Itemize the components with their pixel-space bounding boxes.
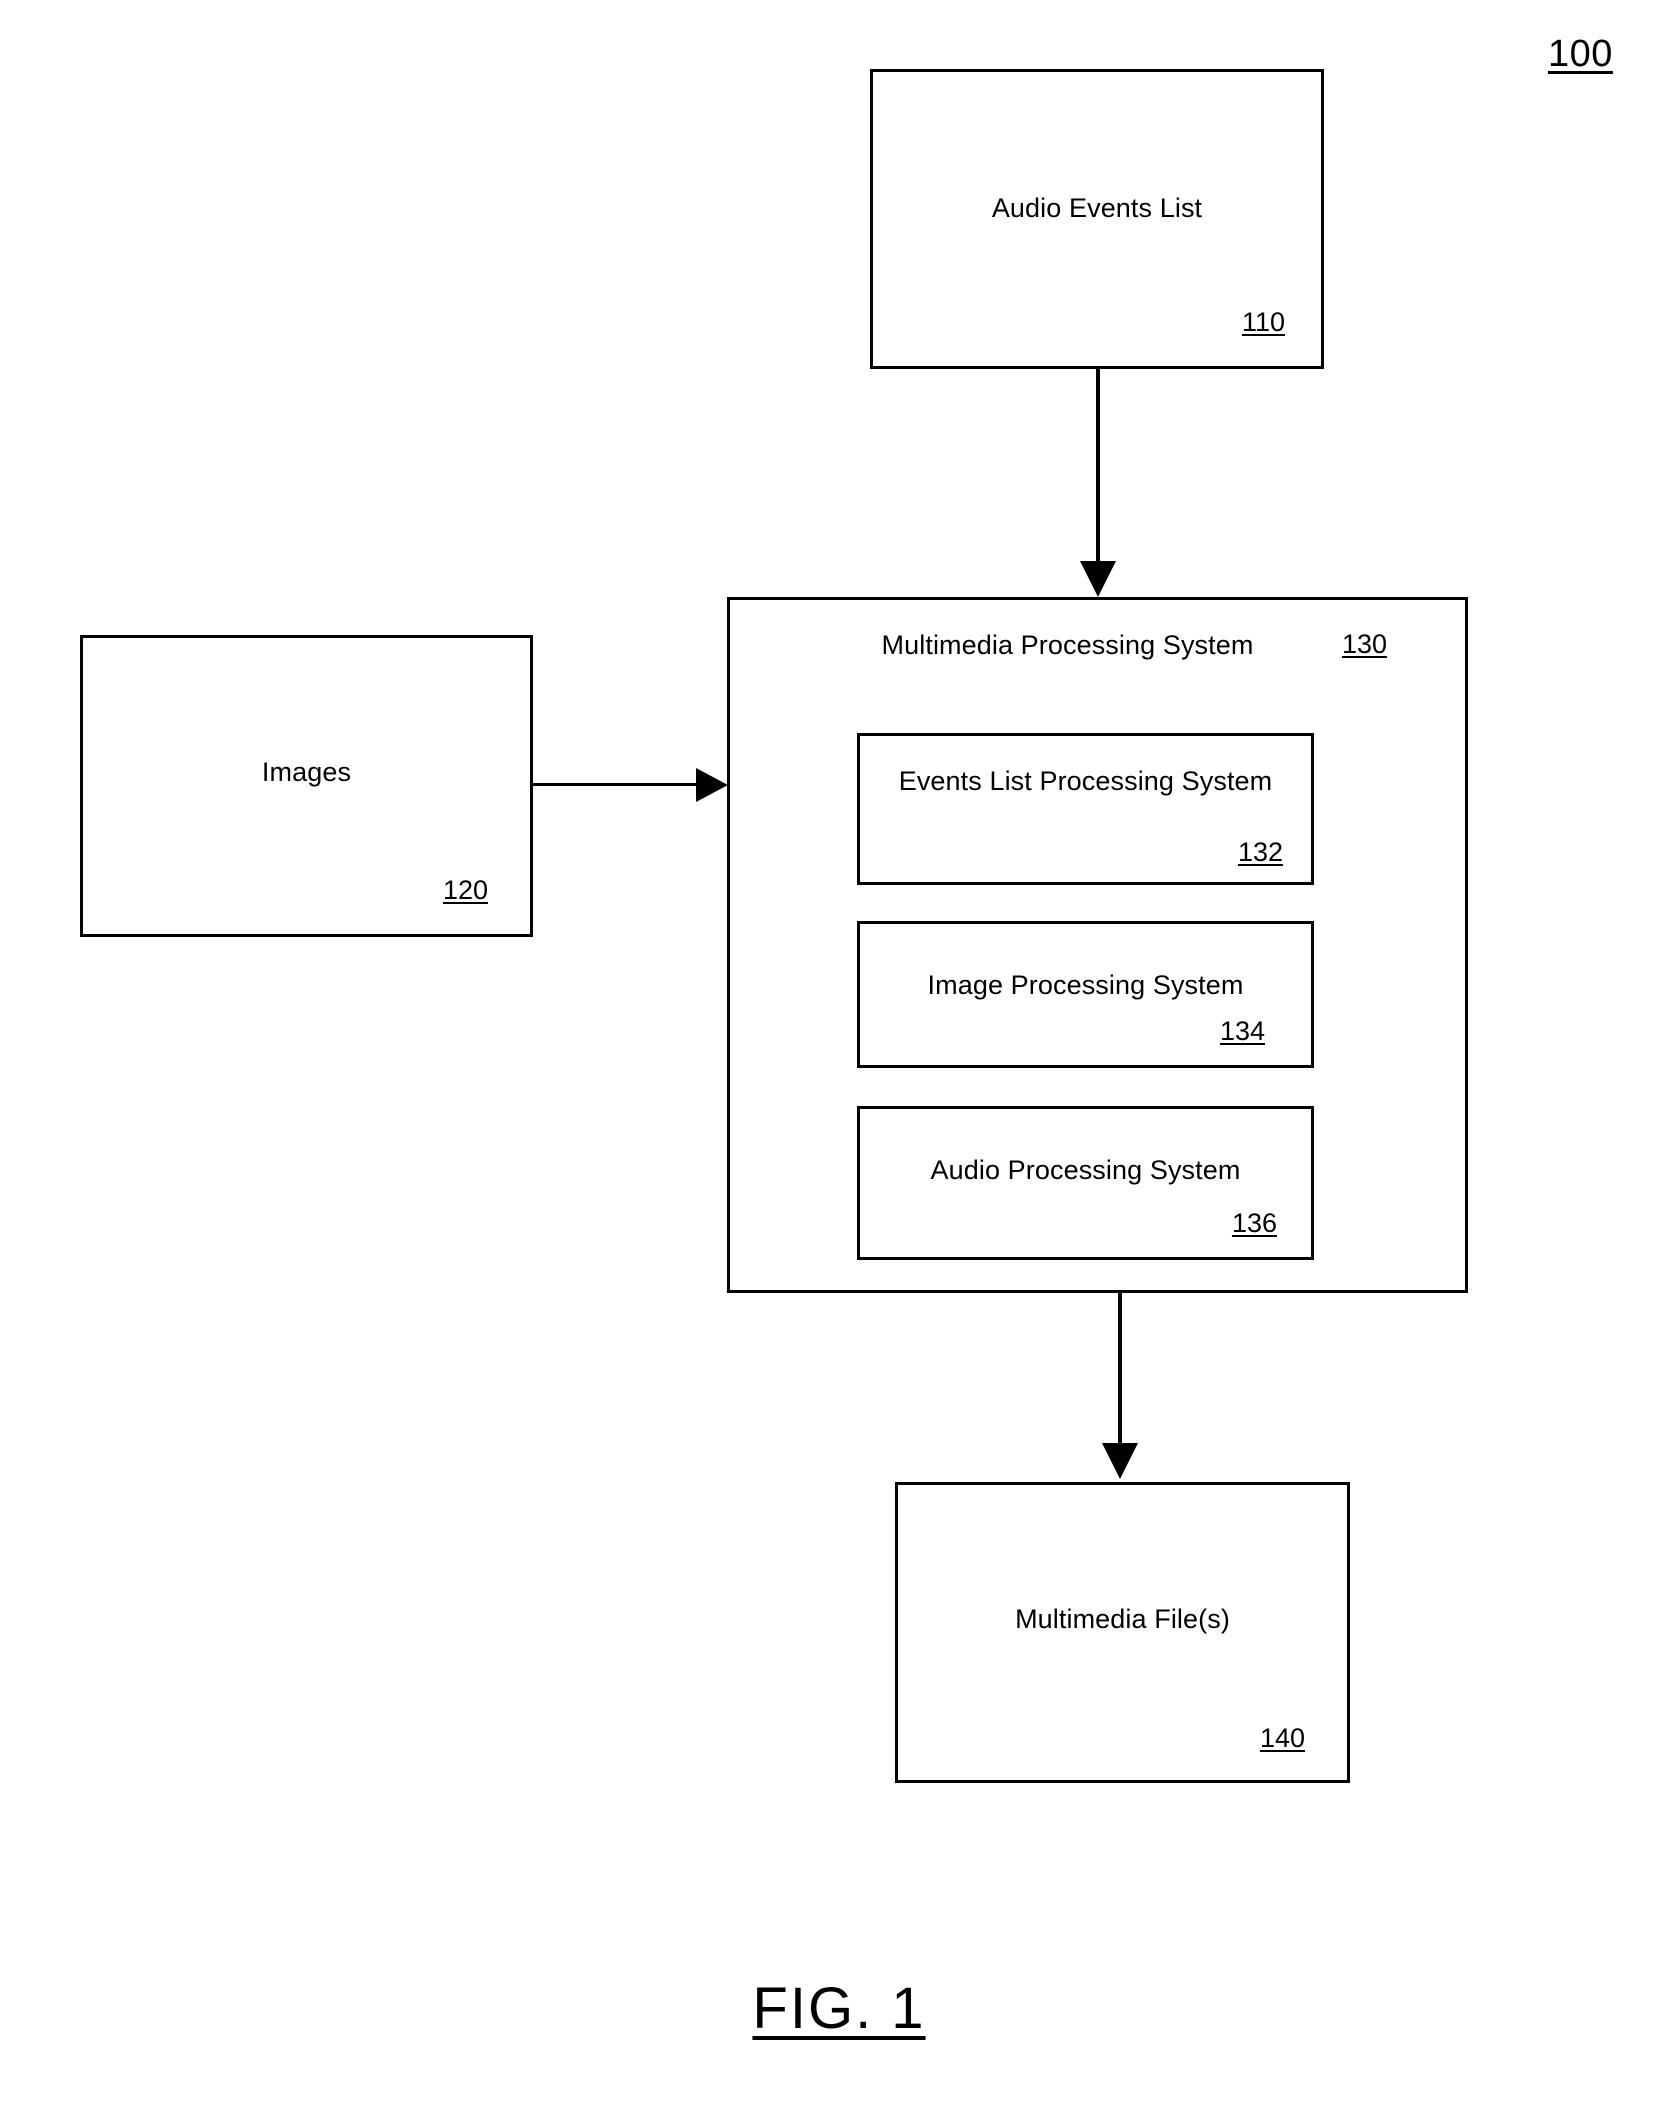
node-multimedia-files-title: Multimedia File(s) [1015, 1604, 1230, 1634]
node-audio-events-list-title: Audio Events List [991, 193, 1203, 223]
node-image-processing-system-ref: 134 [1219, 1016, 1265, 1046]
node-image-processing-system: Image Processing System 134 [857, 921, 1314, 1068]
arrowhead-right-icon [696, 768, 728, 802]
node-audio-processing-system-title: Audio Processing System [930, 1155, 1241, 1185]
node-image-processing-system-title: Image Processing System [927, 970, 1244, 1000]
node-multimedia-files: Multimedia File(s) 140 [895, 1482, 1350, 1783]
connector-line [1096, 369, 1100, 563]
node-images-title: Images [261, 757, 352, 787]
node-multimedia-files-ref: 140 [1259, 1723, 1305, 1753]
node-audio-events-list: Audio Events List 110 [870, 69, 1324, 369]
figure-caption-text: FIG. 1 [752, 1976, 926, 2041]
arrowhead-down-icon [1080, 561, 1116, 597]
figure-reference-numeral: 100 [1548, 33, 1613, 75]
connector-line [1118, 1293, 1122, 1444]
figure-caption: FIG. 1 [0, 1975, 1678, 2042]
node-events-list-processing-system-title: Events List Processing System [898, 766, 1273, 796]
figure-canvas: 100 Audio Events List 110 Images 120 Mul… [0, 0, 1678, 2116]
node-audio-events-list-ref: 110 [1241, 307, 1285, 337]
node-images: Images 120 [80, 635, 533, 937]
node-multimedia-processing-system-ref: 130 [1341, 629, 1387, 659]
node-events-list-processing-system: Events List Processing System 132 [857, 733, 1314, 885]
node-multimedia-processing-system: Multimedia Processing System 130 Events … [727, 597, 1468, 1293]
node-images-ref: 120 [442, 875, 488, 905]
arrowhead-down-icon [1102, 1443, 1138, 1479]
node-audio-processing-system-ref: 136 [1231, 1208, 1277, 1238]
connector-line [533, 783, 698, 786]
node-events-list-processing-system-ref: 132 [1237, 837, 1283, 867]
node-audio-processing-system: Audio Processing System 136 [857, 1106, 1314, 1260]
